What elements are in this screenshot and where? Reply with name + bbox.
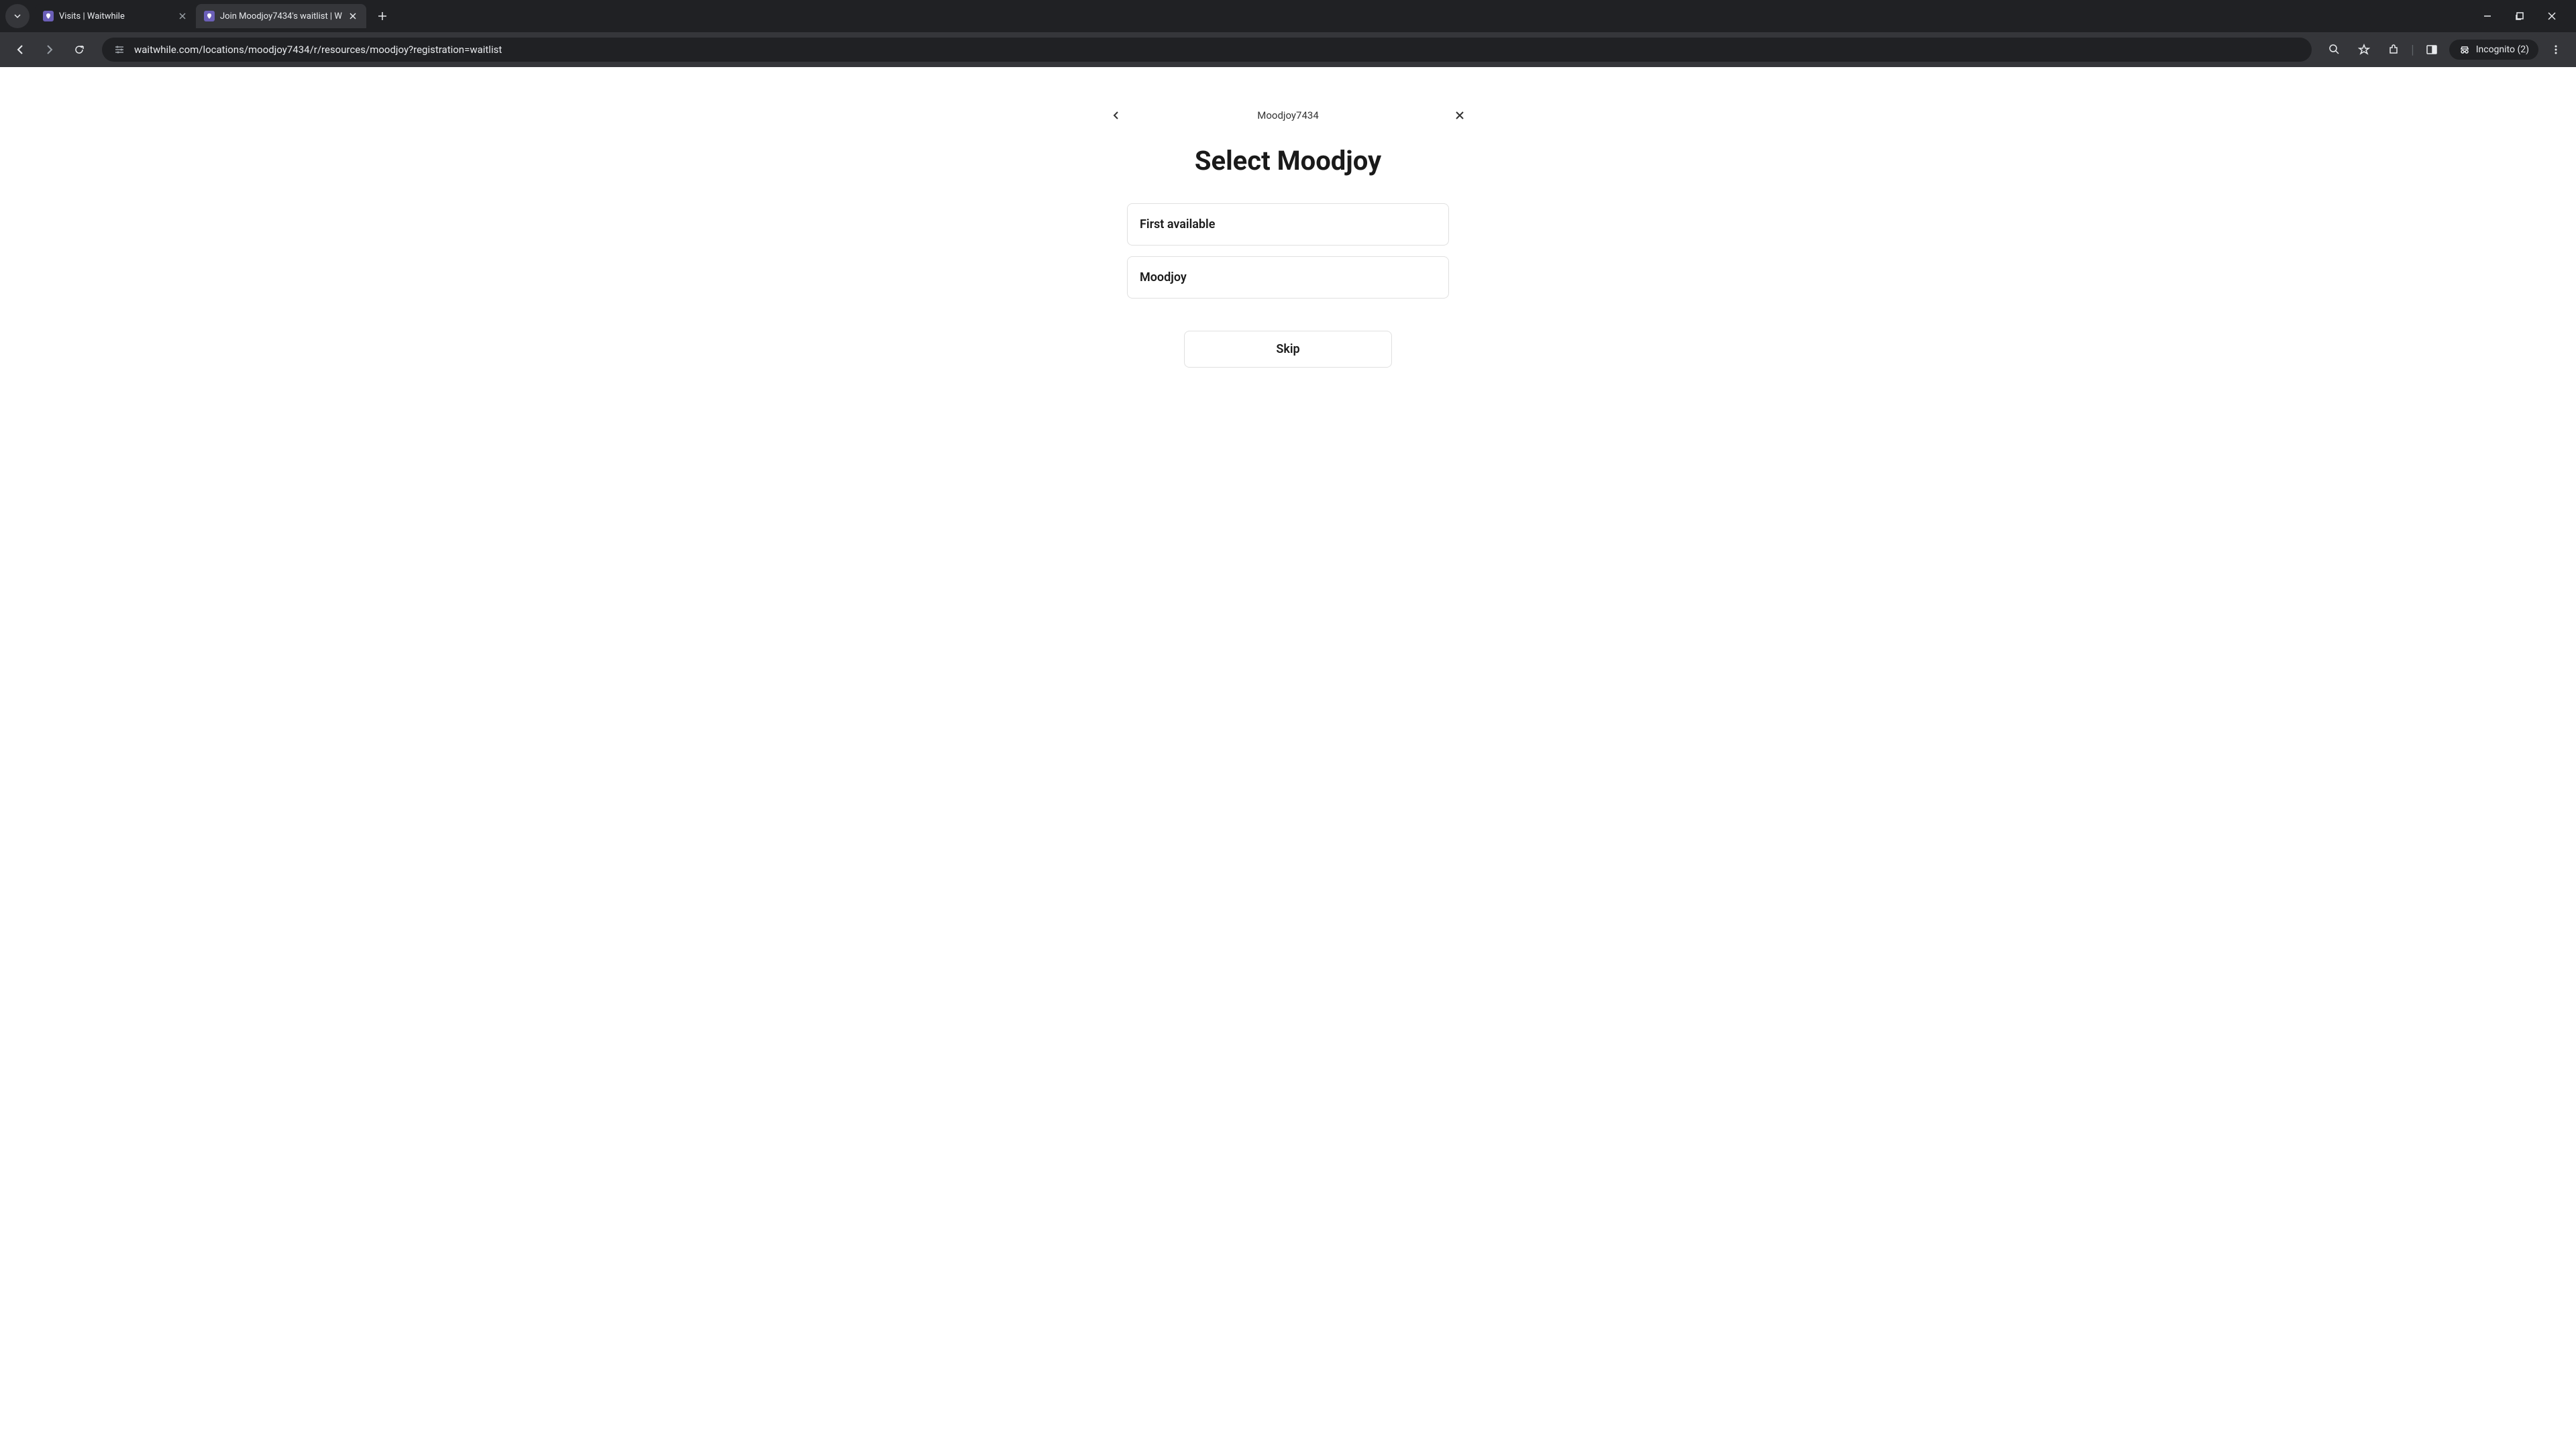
- arrow-right-icon: [44, 44, 56, 56]
- chevron-down-icon: [13, 12, 21, 20]
- tab-visits[interactable]: Visits | Waitwhile: [35, 4, 196, 28]
- favicon-icon: [204, 11, 215, 21]
- tab-close-button[interactable]: [347, 11, 358, 21]
- panel-icon: [2426, 44, 2438, 56]
- tab-title: Visits | Waitwhile: [59, 11, 172, 21]
- reload-icon: [73, 44, 85, 56]
- new-tab-button[interactable]: [372, 5, 393, 27]
- arrow-left-icon: [14, 44, 26, 56]
- option-moodjoy[interactable]: Moodjoy: [1127, 256, 1449, 299]
- menu-button[interactable]: [2544, 38, 2568, 62]
- window-controls: [2479, 8, 2571, 24]
- toolbar: waitwhile.com/locations/moodjoy7434/r/re…: [0, 32, 2576, 67]
- modal-back-button[interactable]: [1106, 105, 1127, 126]
- chevron-left-icon: [1112, 111, 1121, 120]
- tab-search-dropdown[interactable]: [5, 4, 30, 28]
- star-icon: [2358, 44, 2370, 56]
- tab-strip: Visits | Waitwhile Join Moodjoy7434's wa…: [0, 0, 2576, 32]
- reload-button[interactable]: [67, 38, 91, 62]
- zoom-button[interactable]: [2322, 38, 2347, 62]
- skip-button[interactable]: Skip: [1184, 331, 1392, 368]
- browser-chrome: Visits | Waitwhile Join Moodjoy7434's wa…: [0, 0, 2576, 67]
- tab-join-waitlist[interactable]: Join Moodjoy7434's waitlist | W: [196, 4, 366, 28]
- search-icon: [2328, 44, 2341, 56]
- modal-close-button[interactable]: [1449, 105, 1470, 126]
- incognito-label: Incognito (2): [2476, 44, 2529, 55]
- url-text: waitwhile.com/locations/moodjoy7434/r/re…: [134, 44, 2301, 56]
- options-container: First available Moodjoy: [1127, 203, 1449, 299]
- option-label: First available: [1140, 217, 1436, 231]
- puzzle-icon: [2387, 44, 2400, 56]
- close-icon: [1455, 111, 1464, 120]
- page-content: Moodjoy7434 Select Moodjoy First availab…: [0, 67, 2576, 1449]
- tab-title: Join Moodjoy7434's waitlist | W: [220, 11, 342, 21]
- close-icon: [179, 13, 186, 19]
- divider: |: [2411, 43, 2414, 57]
- location-name: Moodjoy7434: [1257, 109, 1319, 121]
- maximize-icon: [2515, 11, 2524, 21]
- option-label: Moodjoy: [1140, 270, 1436, 284]
- modal-header: Moodjoy7434: [1100, 105, 1476, 126]
- option-first-available[interactable]: First available: [1127, 203, 1449, 246]
- incognito-badge[interactable]: Incognito (2): [2449, 40, 2538, 60]
- address-bar[interactable]: waitwhile.com/locations/moodjoy7434/r/re…: [102, 38, 2312, 62]
- extensions-button[interactable]: [2381, 38, 2406, 62]
- tune-icon: [114, 44, 125, 55]
- dots-vertical-icon: [2550, 44, 2562, 56]
- side-panel-button[interactable]: [2420, 38, 2444, 62]
- incognito-icon: [2459, 44, 2471, 56]
- favicon-icon: [43, 11, 54, 21]
- toolbar-right: | Incognito (2): [2322, 38, 2568, 62]
- minimize-button[interactable]: [2479, 8, 2496, 24]
- maximize-button[interactable]: [2512, 8, 2528, 24]
- close-window-button[interactable]: [2544, 8, 2560, 24]
- plus-icon: [378, 11, 387, 21]
- close-icon: [2547, 11, 2557, 21]
- bookmark-button[interactable]: [2352, 38, 2376, 62]
- skip-label: Skip: [1276, 342, 1299, 356]
- back-button[interactable]: [8, 38, 32, 62]
- forward-button[interactable]: [38, 38, 62, 62]
- site-info-button[interactable]: [113, 43, 126, 56]
- minimize-icon: [2483, 11, 2492, 21]
- page-title: Select Moodjoy: [0, 145, 2576, 176]
- close-icon: [350, 13, 356, 19]
- tab-close-button[interactable]: [177, 11, 188, 21]
